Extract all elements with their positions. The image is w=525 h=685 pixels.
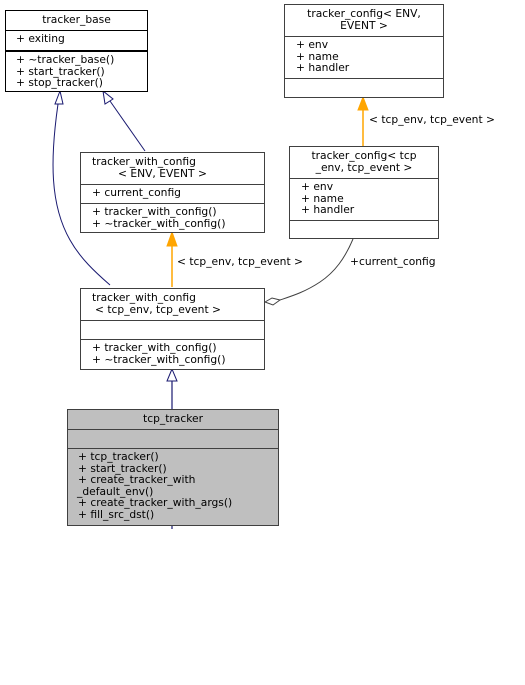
binding-arrowhead-icon (357, 95, 369, 111)
inheritance-edge-twc-template-to-base (109, 100, 146, 152)
attributes-section: + exiting (6, 30, 147, 50)
method: + tcp_tracker() (78, 450, 159, 463)
class-title: tracker_with_config < tcp_env, tcp_event… (81, 289, 264, 320)
class-title-line: < ENV, EVENT > (118, 167, 207, 180)
attributes-section: + current_config (81, 184, 264, 203)
method: + tracker_with_config() (92, 341, 217, 354)
edge-label-aggregation-role: +current_config (350, 255, 436, 268)
inheritance-arrowhead-icon (102, 89, 114, 105)
methods-section (285, 78, 443, 97)
class-title: tracker_config< ENV, EVENT > (285, 5, 443, 36)
aggregation-diamond-icon (263, 297, 282, 306)
attribute: + env (296, 38, 329, 51)
attribute: + current_config (92, 186, 181, 199)
class-tracker-base[interactable]: tracker_base + exiting + ~tracker_base()… (5, 10, 148, 92)
attributes-section (81, 320, 264, 339)
class-title: tracker_base (42, 13, 111, 26)
method: + ~tracker_base() (16, 53, 115, 66)
method: + ~tracker_with_config() (92, 216, 226, 230)
class-tcp-tracker[interactable]: tcp_tracker + tcp_tracker() + start_trac… (67, 409, 279, 526)
attributes-section: + env + name + handler (285, 36, 443, 78)
class-tracker-config-template[interactable]: tracker_config< ENV, EVENT > + env + nam… (284, 4, 444, 98)
edge-label-template-binding: < tcp_env, tcp_event > (369, 113, 496, 126)
attribute: + exiting (16, 32, 65, 45)
method: + create_tracker_with_args() (78, 496, 233, 509)
edge-label-template-binding: < tcp_env, tcp_event > (177, 255, 304, 268)
methods-section: + tcp_tracker() + start_tracker() + crea… (68, 448, 278, 520)
class-title-line: _env, tcp_event > (315, 161, 413, 174)
inheritance-arrowhead-icon (166, 367, 178, 382)
class-tracker-with-config-tcp[interactable]: tracker_with_config < tcp_env, tcp_event… (80, 288, 265, 370)
methods-section (290, 220, 438, 238)
class-tracker-config-tcp[interactable]: tracker_config< tcp _env, tcp_event > + … (289, 146, 439, 239)
inheritance-arrowhead-icon (54, 89, 64, 105)
class-title: tracker_config< tcp _env, tcp_event > (290, 147, 438, 178)
class-title-line: < tcp_env, tcp_event > (95, 303, 222, 316)
attribute: + handler (296, 61, 350, 74)
method: + fill_src_dst() (78, 507, 155, 521)
methods-section: + tracker_with_config() + ~tracker_with_… (81, 339, 264, 365)
method: + stop_tracker() (16, 76, 103, 89)
methods-section: + ~tracker_base() + start_tracker() + st… (6, 50, 147, 89)
class-title: tracker_with_config < ENV, EVENT > (81, 153, 264, 184)
attributes-section: + env + name + handler (290, 178, 438, 220)
class-title: tcp_tracker (143, 412, 203, 425)
aggregation-edge (279, 238, 354, 301)
method: + create_tracker_with (78, 473, 196, 486)
attribute: + env (301, 180, 334, 193)
class-title-line: EVENT > (340, 19, 388, 32)
method: + ~tracker_with_config() (92, 352, 226, 366)
class-tracker-with-config-template[interactable]: tracker_with_config < ENV, EVENT > + cur… (80, 152, 265, 233)
attributes-section (68, 429, 278, 448)
method: + tracker_with_config() (92, 205, 217, 218)
methods-section: + tracker_with_config() + ~tracker_with_… (81, 203, 264, 229)
binding-arrowhead-icon (166, 230, 178, 247)
attribute: + handler (301, 203, 355, 216)
